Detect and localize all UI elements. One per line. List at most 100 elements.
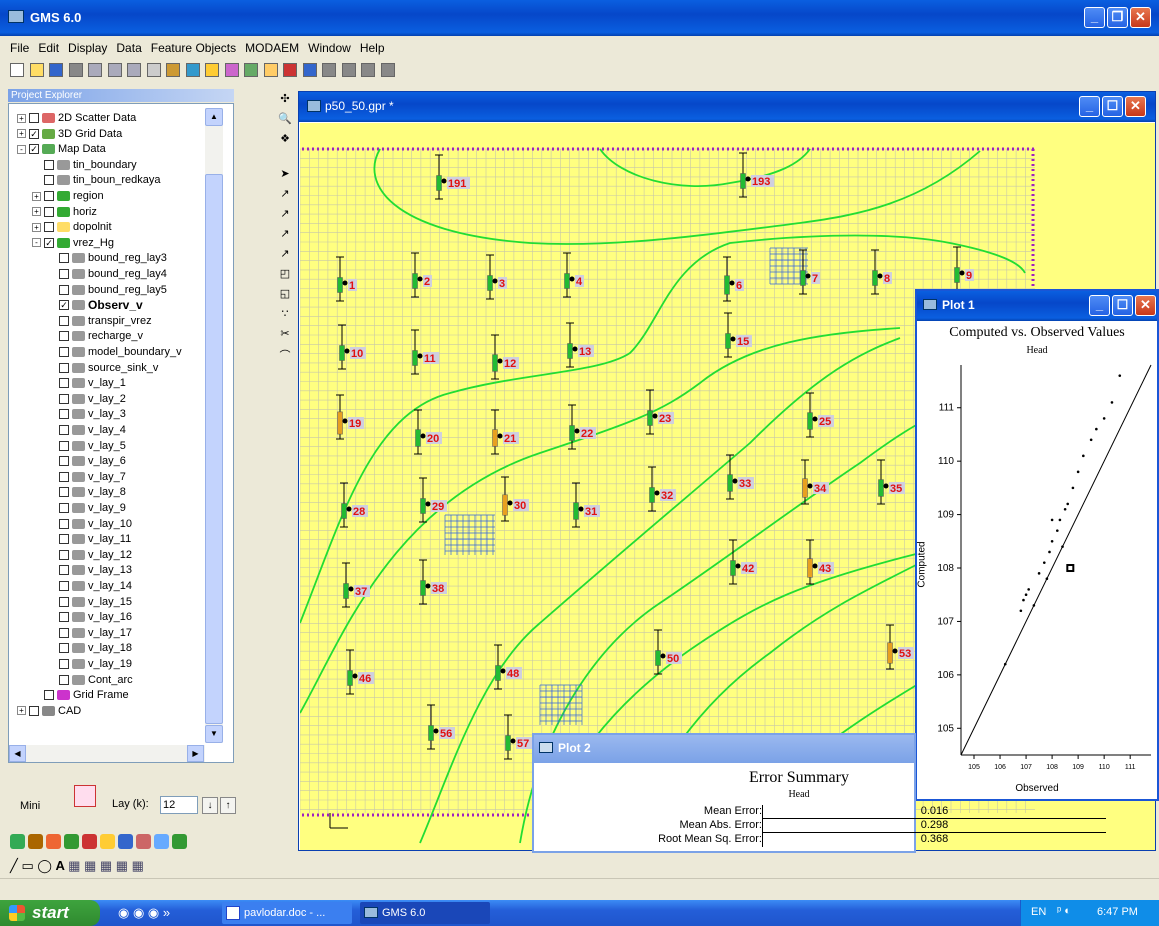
tree-checkbox[interactable] xyxy=(44,159,54,170)
tree-item[interactable]: v_lay_7 xyxy=(47,469,126,485)
pointer-tool-icon[interactable]: ➤ xyxy=(277,167,293,183)
toolbar-tool-9-icon[interactable] xyxy=(166,63,180,77)
arc2-tool-icon[interactable]: ↗ xyxy=(277,207,293,223)
tree-item[interactable]: v_lay_6 xyxy=(47,453,126,469)
menu-data[interactable]: Data xyxy=(116,41,141,55)
tree-item[interactable]: + CAD xyxy=(17,703,81,719)
tree-checkbox[interactable] xyxy=(59,456,69,467)
rectangle-tool-icon[interactable]: ▭ xyxy=(21,858,37,873)
tree-item[interactable]: +2D Scatter Data xyxy=(17,110,136,126)
tree-item[interactable]: model_boundary_v xyxy=(47,344,182,360)
tree-item[interactable]: transpir_vrez xyxy=(47,313,152,329)
menu-window[interactable]: Window xyxy=(308,41,351,55)
tree-checkbox[interactable] xyxy=(59,284,69,295)
toolbar-tool-5-icon[interactable] xyxy=(88,63,102,77)
tree-item[interactable]: + ✓ 3D Grid Data xyxy=(17,126,122,142)
doc-close-button[interactable]: ✕ xyxy=(1125,96,1146,117)
tree-hscrollbar[interactable]: ◀ ▶ xyxy=(9,745,205,762)
toolbar-tool-7-icon[interactable] xyxy=(127,63,141,77)
tree-item[interactable]: bound_reg_lay3 xyxy=(47,250,167,266)
points-tool-icon[interactable]: ∵ xyxy=(277,307,293,323)
plot1-minimize-button[interactable]: _ xyxy=(1089,295,1110,316)
scroll-up-arrow[interactable]: ▲ xyxy=(205,108,223,126)
tree-expander-icon[interactable]: + xyxy=(32,222,41,232)
tree-checkbox[interactable] xyxy=(59,347,69,357)
tree-checkbox[interactable] xyxy=(59,612,69,623)
tree-item[interactable]: v_lay_12 xyxy=(47,547,132,563)
toolbar-tool-13-icon[interactable] xyxy=(244,63,258,77)
tree-checkbox[interactable]: ✓ xyxy=(29,144,39,155)
rotate-tool-icon[interactable]: ❖ xyxy=(277,132,293,148)
text-tool-icon[interactable]: A xyxy=(56,858,69,873)
mini-grid-icon[interactable] xyxy=(74,785,96,807)
tree-item[interactable]: recharge_v xyxy=(47,328,143,344)
tree-item[interactable]: v_lay_14 xyxy=(47,578,132,594)
zoom-tool-icon[interactable]: 🔍 xyxy=(277,112,293,128)
tree-checkbox[interactable] xyxy=(59,487,69,498)
toolbar-tool-2-icon[interactable] xyxy=(29,63,44,77)
layer-input[interactable] xyxy=(160,796,198,814)
module-1-icon[interactable] xyxy=(10,834,25,849)
toolbar-tool-14-icon[interactable] xyxy=(263,63,278,77)
tree-item[interactable]: tin_boun_redkaya xyxy=(32,172,160,188)
toolbar-tool-17-icon[interactable] xyxy=(322,63,336,77)
menu-feature-objects[interactable]: Feature Objects xyxy=(151,41,236,55)
tree-item[interactable]: v_lay_18 xyxy=(47,640,132,656)
menu-file[interactable]: File xyxy=(10,41,29,55)
tree-item[interactable]: v_lay_11 xyxy=(47,531,131,547)
tree-item[interactable]: + horiz xyxy=(32,204,97,220)
tree-checkbox[interactable] xyxy=(59,362,69,373)
toolbar-tool-16-icon[interactable] xyxy=(302,63,317,77)
tree-item[interactable]: bound_reg_lay4 xyxy=(47,266,167,282)
tree-checkbox[interactable] xyxy=(59,315,69,326)
tree-checkbox[interactable] xyxy=(59,534,69,545)
tree-checkbox[interactable] xyxy=(59,565,69,576)
tree-item[interactable]: v_lay_17 xyxy=(47,625,132,641)
tree-checkbox[interactable] xyxy=(59,518,69,529)
tree-checkbox[interactable] xyxy=(44,175,54,186)
module-9-icon[interactable] xyxy=(154,834,169,849)
minimize-button[interactable]: _ xyxy=(1084,7,1105,28)
tree-item[interactable]: v_lay_5 xyxy=(47,438,126,454)
tree-checkbox[interactable] xyxy=(44,222,54,233)
tree-item[interactable]: v_lay_9 xyxy=(47,500,126,516)
tree-expander-icon[interactable]: + xyxy=(17,113,26,123)
toolbar-tool-15-icon[interactable] xyxy=(283,63,297,77)
tree-checkbox[interactable] xyxy=(29,705,39,716)
tree-expander-icon[interactable]: + xyxy=(32,207,41,217)
tree-item[interactable]: Cont_arc xyxy=(47,672,133,688)
tree-item[interactable]: v_lay_10 xyxy=(47,516,132,532)
ellipse-tool-icon[interactable]: ◯ xyxy=(37,858,55,873)
toolbar-tool-3-icon[interactable] xyxy=(49,63,63,77)
toolbar-tool-4-icon[interactable] xyxy=(68,63,83,77)
scroll-right-arrow[interactable]: ▶ xyxy=(187,745,204,762)
tree-checkbox[interactable] xyxy=(59,503,69,513)
line-tool-icon[interactable]: ╱ xyxy=(10,858,21,873)
tree-checkbox[interactable] xyxy=(59,409,69,420)
tree-checkbox[interactable] xyxy=(59,471,69,482)
toolbar-tool-18-icon[interactable] xyxy=(341,63,356,77)
tree-checkbox[interactable] xyxy=(29,113,39,123)
tree-checkbox[interactable] xyxy=(44,690,54,701)
tree-item[interactable]: v_lay_13 xyxy=(47,562,132,578)
tree-checkbox[interactable]: ✓ xyxy=(44,237,54,248)
task-pavlodar[interactable]: pavlodar.doc - ... xyxy=(222,902,352,924)
curve-tool-icon[interactable]: ⌒ xyxy=(277,347,293,363)
tree-expander-icon[interactable]: + xyxy=(17,129,26,139)
layer-up-button[interactable]: ↑ xyxy=(220,797,236,814)
tray-volume-icon[interactable]: ᵖ ◐ xyxy=(1057,905,1071,917)
toolbar-tool-10-icon[interactable] xyxy=(185,63,200,77)
tree-checkbox[interactable] xyxy=(59,440,69,451)
vertex-tool-icon[interactable]: ◱ xyxy=(277,287,293,303)
plot1-close-button[interactable]: ✕ xyxy=(1135,295,1156,316)
module-4-icon[interactable] xyxy=(64,834,79,849)
toolbar-tool-8-icon[interactable] xyxy=(146,63,161,77)
tree-checkbox[interactable] xyxy=(59,331,69,342)
menu-help[interactable]: Help xyxy=(360,41,385,55)
tree-item[interactable]: + region xyxy=(32,188,104,204)
cut-tool-icon[interactable]: ✂ xyxy=(277,327,293,343)
module-3-icon[interactable] xyxy=(46,834,61,849)
toolbar-tool-1-icon[interactable] xyxy=(10,63,24,77)
tree-checkbox[interactable] xyxy=(44,206,54,217)
start-button[interactable]: start xyxy=(0,900,100,926)
